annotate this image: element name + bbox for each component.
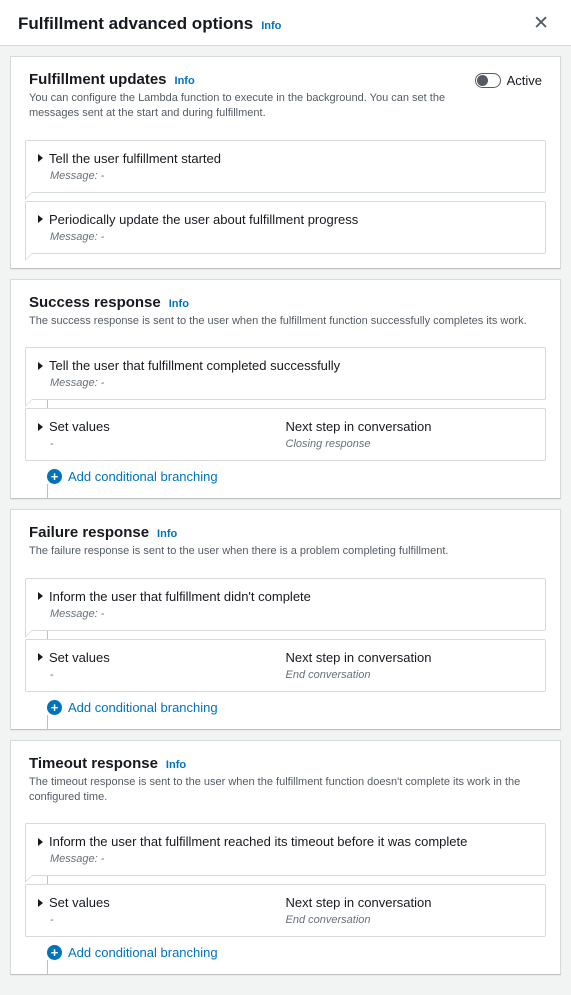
info-link[interactable]: Info bbox=[169, 298, 189, 310]
section-desc: The success response is sent to the user… bbox=[29, 314, 542, 329]
section-title: Failure response bbox=[29, 524, 149, 541]
chevron-right-icon bbox=[38, 838, 43, 846]
info-link[interactable]: Info bbox=[166, 759, 186, 771]
row-timeout-set-next[interactable]: Set values - Next step in conversation E… bbox=[25, 884, 546, 937]
set-values-sub: - bbox=[50, 438, 286, 450]
section-title: Success response bbox=[29, 294, 161, 311]
message-preview: Message: - bbox=[50, 377, 533, 389]
plus-icon: + bbox=[47, 945, 62, 960]
add-conditional-branching[interactable]: + Add conditional branching bbox=[25, 461, 546, 484]
next-step-title: Next step in conversation bbox=[286, 895, 534, 910]
row-success-tell[interactable]: Tell the user that fulfillment completed… bbox=[25, 347, 546, 400]
section-title: Timeout response bbox=[29, 755, 158, 772]
chevron-right-icon bbox=[38, 592, 43, 600]
set-values-sub: - bbox=[50, 669, 286, 681]
row-failure-tell[interactable]: Inform the user that fulfillment didn't … bbox=[25, 578, 546, 631]
next-step-title: Next step in conversation bbox=[286, 419, 534, 434]
info-link[interactable]: Info bbox=[157, 528, 177, 540]
next-step-sub: End conversation bbox=[286, 669, 534, 681]
chevron-right-icon bbox=[38, 154, 43, 162]
plus-icon: + bbox=[47, 469, 62, 484]
section-desc: You can configure the Lambda function to… bbox=[29, 91, 475, 122]
row-success-set-next[interactable]: Set values - Next step in conversation C… bbox=[25, 408, 546, 461]
message-preview: Message: - bbox=[50, 608, 533, 620]
section-success-response: Success response Info The success respon… bbox=[10, 279, 561, 499]
row-fulfillment-started[interactable]: Tell the user fulfillment started Messag… bbox=[25, 140, 546, 193]
panel-header-bar: Fulfillment advanced options Info ✕ bbox=[0, 0, 571, 46]
chevron-right-icon bbox=[38, 653, 43, 661]
info-link[interactable]: Info bbox=[261, 20, 281, 32]
chevron-right-icon bbox=[38, 899, 43, 907]
row-fulfillment-progress[interactable]: Periodically update the user about fulfi… bbox=[25, 201, 546, 254]
chevron-right-icon bbox=[38, 423, 43, 431]
section-desc: The failure response is sent to the user… bbox=[29, 544, 542, 559]
next-step-sub: End conversation bbox=[286, 914, 534, 926]
message-preview: Message: - bbox=[50, 853, 533, 865]
section-timeout-response: Timeout response Info The timeout respon… bbox=[10, 740, 561, 976]
toggle-label: Active bbox=[507, 73, 542, 88]
active-toggle[interactable] bbox=[475, 73, 501, 88]
add-conditional-branching[interactable]: + Add conditional branching bbox=[25, 937, 546, 960]
set-values-sub: - bbox=[50, 914, 286, 926]
add-conditional-branching[interactable]: + Add conditional branching bbox=[25, 692, 546, 715]
chevron-right-icon bbox=[38, 362, 43, 370]
row-timeout-tell[interactable]: Inform the user that fulfillment reached… bbox=[25, 823, 546, 876]
close-icon[interactable]: ✕ bbox=[529, 12, 553, 35]
section-fulfillment-updates: Fulfillment updates Info You can configu… bbox=[10, 56, 561, 269]
section-failure-response: Failure response Info The failure respon… bbox=[10, 509, 561, 729]
row-failure-set-next[interactable]: Set values - Next step in conversation E… bbox=[25, 639, 546, 692]
plus-icon: + bbox=[47, 700, 62, 715]
section-desc: The timeout response is sent to the user… bbox=[29, 775, 542, 806]
panel-title: Fulfillment advanced options Info bbox=[18, 14, 281, 34]
message-preview: Message: - bbox=[50, 170, 533, 182]
panel-title-text: Fulfillment advanced options bbox=[18, 14, 253, 34]
section-title: Fulfillment updates bbox=[29, 71, 167, 88]
next-step-title: Next step in conversation bbox=[286, 650, 534, 665]
info-link[interactable]: Info bbox=[175, 75, 195, 87]
chevron-right-icon bbox=[38, 215, 43, 223]
message-preview: Message: - bbox=[50, 231, 533, 243]
next-step-sub: Closing response bbox=[286, 438, 534, 450]
